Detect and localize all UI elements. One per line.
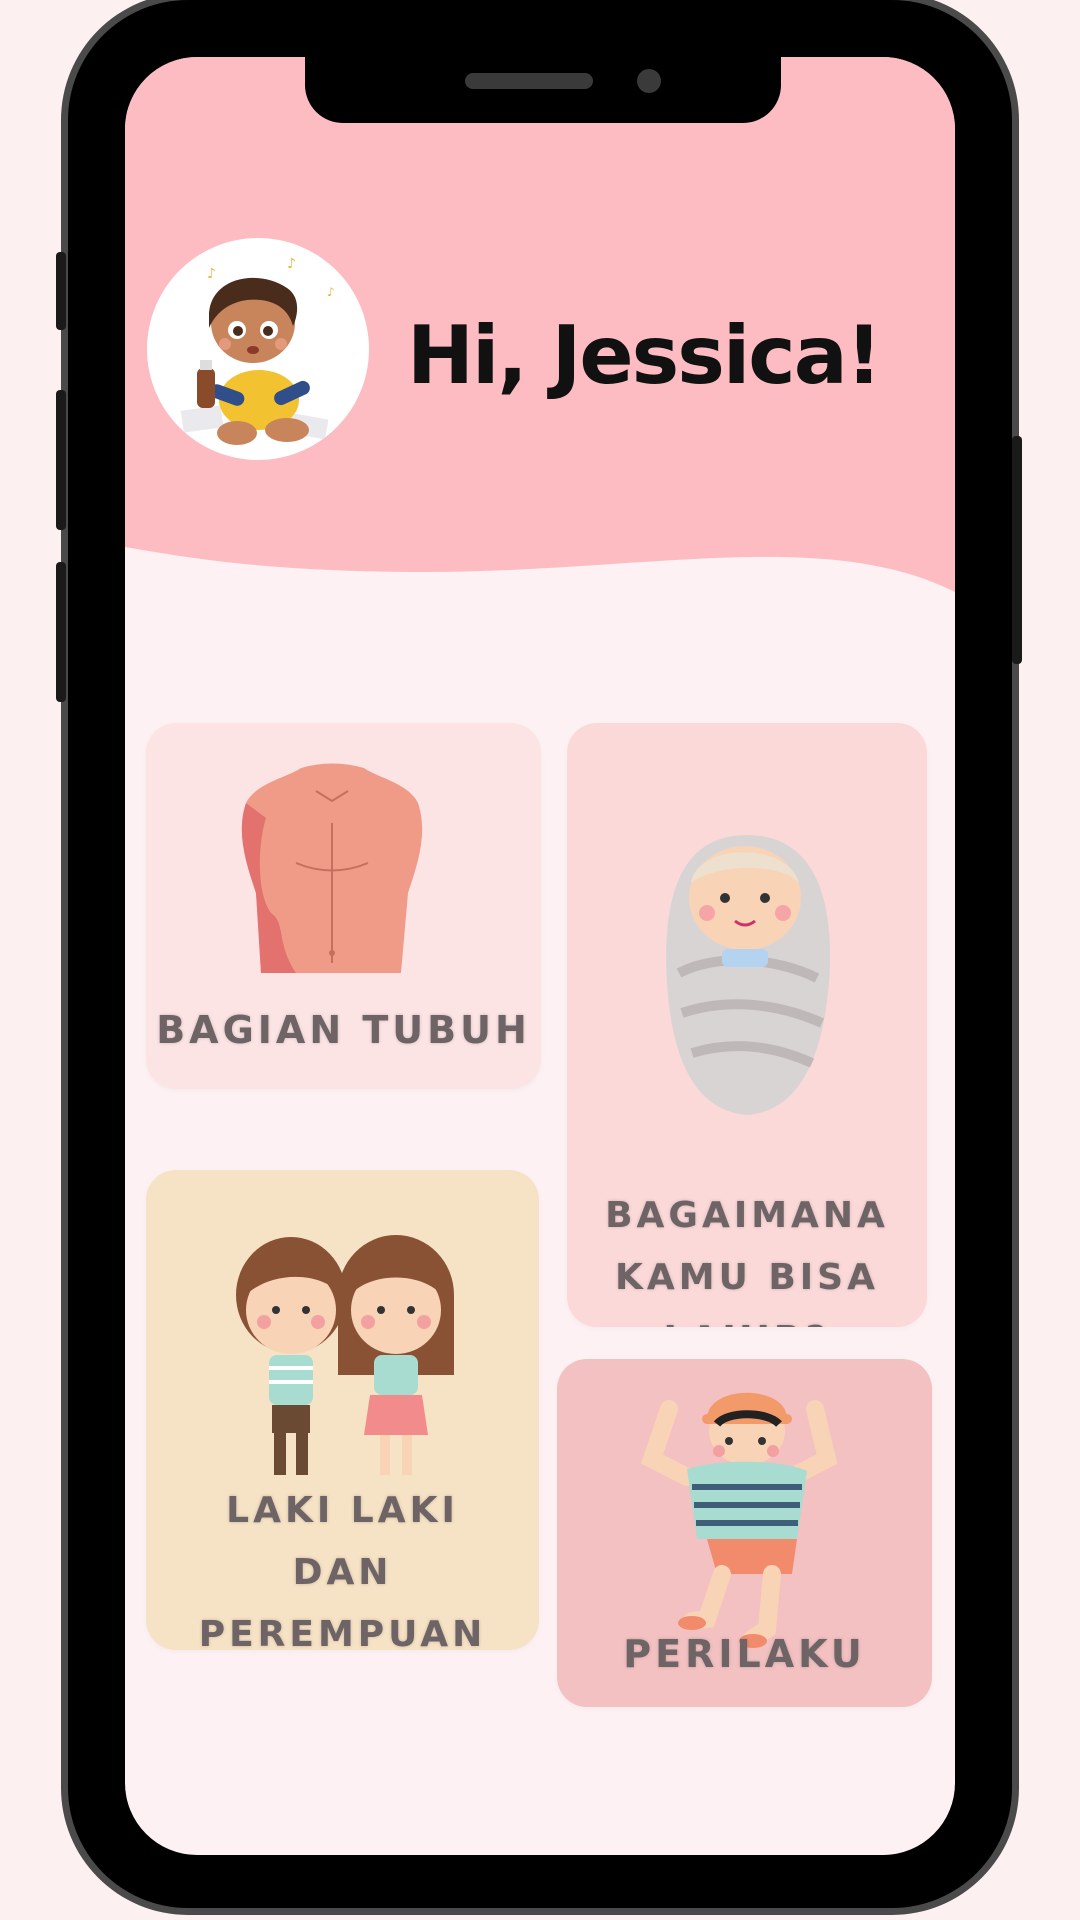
card-perilaku[interactable]: PERILAKU [557, 1359, 932, 1707]
speaker-icon [465, 73, 593, 89]
card-label: LAKI LAKI DAN PEREMPUAN [198, 1490, 487, 1650]
card-label: BAGIAN TUBUH [156, 1008, 531, 1052]
card-laki-laki-perempuan[interactable]: LAKI LAKI DAN PEREMPUAN [146, 1170, 539, 1650]
volume-up-button [56, 390, 66, 530]
svg-text:♪: ♪ [207, 266, 216, 282]
card-bagian-tubuh[interactable]: BAGIAN TUBUH [146, 723, 541, 1089]
avatar[interactable]: ♪ ♪ ♪ [147, 238, 369, 460]
camera-icon [637, 69, 661, 93]
notch [305, 57, 781, 123]
silent-switch [56, 252, 66, 330]
card-label: PERILAKU [623, 1632, 866, 1676]
volume-down-button [56, 562, 66, 702]
app-screen: ♪ ♪ ♪ Hi, Jessica! BAGIAN TUBUH BAGAIMAN… [125, 57, 955, 1855]
baby-avatar-icon: ♪ ♪ ♪ [180, 256, 335, 445]
svg-text:♪: ♪ [327, 285, 335, 299]
card-bagaimana-lahir[interactable]: BAGAIMANA KAMU BISA LAHIR? [567, 723, 927, 1327]
power-button [1012, 436, 1022, 664]
svg-text:♪: ♪ [287, 256, 296, 272]
card-label: BAGAIMANA KAMU BISA LAHIR? [605, 1195, 889, 1327]
greeting-title: Hi, Jessica! [407, 309, 882, 402]
